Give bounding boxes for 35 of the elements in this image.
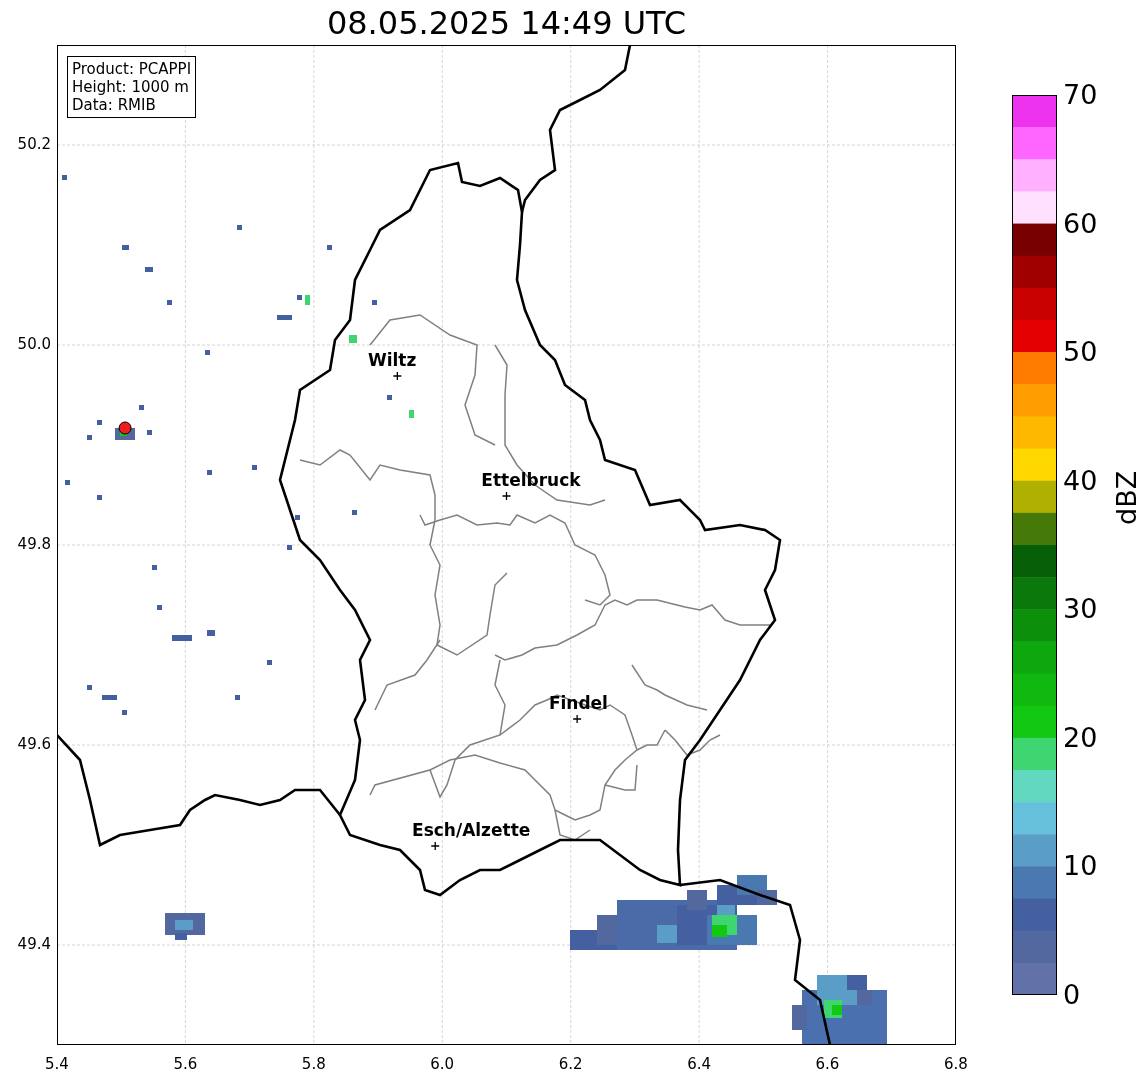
- x-tick-label: 5.8: [301, 1057, 326, 1072]
- y-tick-label: 50.0: [17, 337, 51, 352]
- scale-tick-label: 40: [1063, 466, 1098, 494]
- y-tick-label: 49.4: [17, 937, 51, 952]
- x-tick-label: 5.6: [173, 1057, 198, 1072]
- scale-tick-label: 70: [1063, 81, 1098, 108]
- scale-tick-label: 0: [1063, 981, 1081, 1008]
- city-marker: [501, 491, 512, 501]
- info-text: Height: 1000 m: [72, 78, 190, 96]
- x-tick-label: 6.6: [815, 1057, 840, 1072]
- x-tick-label: 6.0: [430, 1057, 455, 1072]
- scale-tick-label: 50: [1063, 338, 1098, 366]
- scale-tick-label: 10: [1063, 852, 1098, 880]
- radar-site-marker: [118, 421, 132, 435]
- city-marker: [392, 371, 402, 381]
- x-tick-label: 6.4: [687, 1057, 711, 1072]
- city-label: Esch/Alzette: [412, 820, 531, 840]
- x-tick-label: 6.8: [944, 1057, 968, 1072]
- city-label: Wiltz: [368, 350, 417, 370]
- city-marker: [572, 714, 582, 724]
- x-tick-label: 6.2: [558, 1057, 583, 1072]
- chart-title: 08.05.2025 14:49 UTC: [326, 6, 687, 39]
- info-text: Data: RMIB: [72, 96, 157, 114]
- scale-tick-label: 60: [1063, 209, 1098, 237]
- info-text: Product: PCAPPI: [72, 60, 192, 78]
- y-tick-label: 49.8: [17, 537, 51, 552]
- scale-tick-label: 20: [1063, 723, 1098, 751]
- y-tick-label: 50.2: [17, 137, 51, 152]
- x-tick-label: 5.4: [45, 1057, 69, 1072]
- city-label: Findel: [548, 693, 608, 713]
- scale-tick-label: 30: [1063, 595, 1098, 623]
- y-tick-label: 49.6: [17, 737, 51, 752]
- city-marker: [430, 841, 440, 851]
- scale-unit-label: dBZ: [1113, 470, 1140, 525]
- city-label: Ettelbruck: [481, 470, 581, 490]
